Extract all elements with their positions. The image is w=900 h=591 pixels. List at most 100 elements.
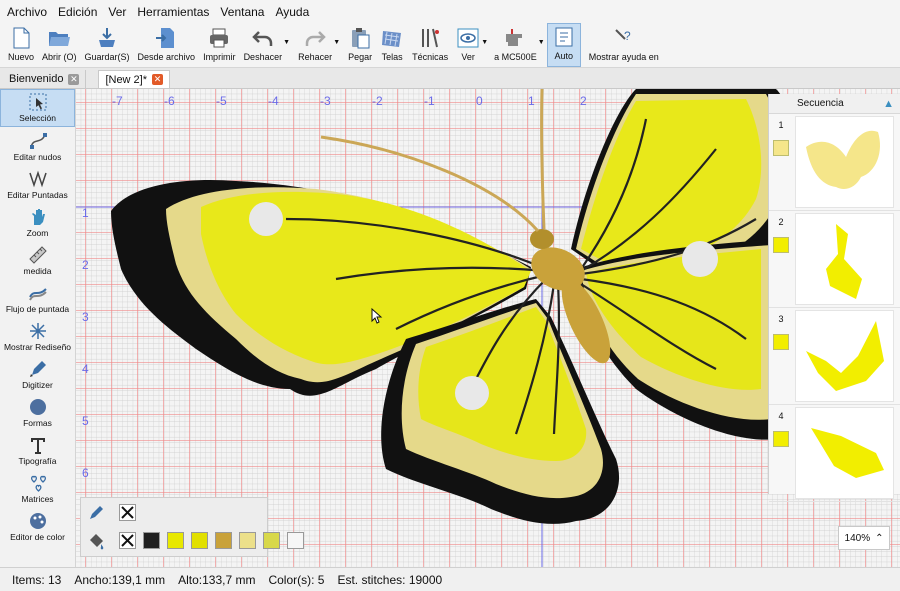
techniques-icon bbox=[422, 28, 440, 48]
color-swatch[interactable] bbox=[167, 532, 184, 549]
menu-ayuda[interactable]: Ayuda bbox=[272, 5, 317, 19]
print-button-label: Imprimir bbox=[203, 52, 236, 62]
no-outline-swatch[interactable] bbox=[119, 504, 136, 521]
collapse-triangle-icon[interactable]: ▲ bbox=[883, 98, 894, 110]
tool-shapes[interactable]: Formas bbox=[0, 393, 75, 431]
sequence-number: 4 bbox=[778, 411, 784, 421]
fabrics-button[interactable]: Telas bbox=[376, 23, 408, 67]
new-file-icon bbox=[13, 27, 30, 49]
sequence-thumbnail bbox=[795, 310, 894, 402]
tool-selection[interactable]: Selección bbox=[0, 89, 75, 127]
text-t-icon bbox=[30, 438, 45, 454]
close-icon[interactable]: ✕ bbox=[68, 73, 80, 85]
color-swatch[interactable] bbox=[143, 532, 160, 549]
tool-matrices[interactable]: Matrices bbox=[0, 469, 75, 507]
machine-dropdown-icon[interactable]: ▼ bbox=[538, 39, 545, 46]
undo-dropdown-icon[interactable]: ▼ bbox=[283, 39, 290, 46]
sequence-item[interactable]: 4 bbox=[769, 405, 900, 502]
ruler-tick-label: -4 bbox=[268, 94, 279, 108]
zoom-control[interactable]: 140% ⌃ bbox=[838, 526, 890, 550]
redo-dropdown-icon[interactable]: ▼ bbox=[333, 39, 340, 46]
techniques-button-label: Técnicas bbox=[412, 52, 449, 62]
sequence-header[interactable]: Secuencia ▲ bbox=[769, 94, 900, 114]
techniques-button[interactable]: Técnicas bbox=[408, 23, 452, 67]
sequence-item[interactable]: 2 bbox=[769, 211, 900, 308]
status-stitches: Est. stitches: 19000 bbox=[337, 572, 443, 587]
view-button[interactable]: Ver ▼ bbox=[452, 23, 488, 67]
status-width: Ancho:139,1 mm bbox=[74, 572, 166, 587]
tool-digitizer[interactable]: Digitizer bbox=[0, 355, 75, 393]
tool-typography[interactable]: Tipografía bbox=[0, 431, 75, 469]
ruler-tick-label: 5 bbox=[82, 414, 89, 428]
open-button[interactable]: Abrir (O) bbox=[38, 23, 81, 67]
tool-measure[interactable]: medida bbox=[0, 241, 75, 279]
view-button-label: Ver bbox=[461, 52, 475, 62]
menu-ventana[interactable]: Ventana bbox=[217, 5, 272, 19]
save-button[interactable]: Guardar(S) bbox=[81, 23, 134, 67]
color-swatch[interactable] bbox=[263, 532, 280, 549]
undo-button-label: Deshacer bbox=[243, 52, 283, 62]
ruler-tick-label: 1 bbox=[528, 94, 535, 108]
ruler-tick-label: -1 bbox=[424, 94, 435, 108]
sequence-title: Secuencia bbox=[797, 98, 844, 109]
chevron-up-icon[interactable]: ⌃ bbox=[875, 533, 883, 544]
printer-icon bbox=[210, 28, 229, 48]
status-items: Items: 13 bbox=[12, 572, 62, 587]
tab-welcome-label: Bienvenido bbox=[9, 73, 64, 85]
stitch-flow-icon bbox=[28, 288, 47, 301]
send-to-machine-button[interactable]: a MC500E ▼ bbox=[490, 23, 545, 67]
sequence-color-swatch bbox=[773, 334, 789, 350]
tool-color-editor[interactable]: Editor de color bbox=[0, 507, 75, 545]
tab-new-2[interactable]: [New 2]* ✕ bbox=[98, 70, 171, 88]
butterfly-head bbox=[530, 229, 554, 249]
ruler-icon bbox=[28, 246, 47, 264]
tool-zoom[interactable]: Zoom bbox=[0, 203, 75, 241]
no-fill-swatch[interactable] bbox=[119, 532, 136, 549]
auto-button-label: Auto bbox=[554, 51, 573, 61]
svg-text:?: ? bbox=[624, 29, 631, 43]
line-pen-icon[interactable] bbox=[87, 504, 105, 522]
redo-button[interactable]: Rehacer ▼ bbox=[294, 23, 340, 67]
color-swatch[interactable] bbox=[215, 532, 232, 549]
color-swatch[interactable] bbox=[239, 532, 256, 549]
show-help-label: Mostrar ayuda en bbox=[588, 52, 659, 62]
toolbar: Nuevo Abrir (O) Guardar(S) Desde archivo… bbox=[0, 23, 900, 68]
view-dropdown-icon[interactable]: ▼ bbox=[481, 39, 488, 46]
show-help-button[interactable]: ? Mostrar ayuda en bbox=[585, 23, 663, 67]
import-from-file-button[interactable]: Desde archivo bbox=[134, 23, 200, 67]
edit-nodes-icon bbox=[29, 133, 47, 149]
tool-edit-nodes[interactable]: Editar nudos bbox=[0, 127, 75, 165]
sequence-panel: Secuencia ▲ 1 2 3 4 bbox=[768, 94, 900, 502]
tool-shapes-label: Formas bbox=[23, 418, 52, 428]
undo-icon bbox=[252, 31, 273, 46]
new-button[interactable]: Nuevo bbox=[4, 23, 38, 67]
import-file-icon bbox=[156, 28, 175, 48]
close-icon[interactable]: ✕ bbox=[152, 74, 164, 85]
menu-edicion[interactable]: Edición bbox=[55, 5, 105, 19]
tool-stitch-flow[interactable]: Flujo de puntada bbox=[0, 279, 75, 317]
redo-icon bbox=[305, 31, 326, 46]
menu-archivo[interactable]: Archivo bbox=[4, 5, 55, 19]
color-swatch[interactable] bbox=[191, 532, 208, 549]
tab-welcome[interactable]: Bienvenido ✕ bbox=[3, 70, 87, 88]
new-button-label: Nuevo bbox=[8, 52, 35, 62]
menu-ver[interactable]: Ver bbox=[105, 5, 134, 19]
ruler-tick-label: -3 bbox=[320, 94, 331, 108]
menu-herramientas[interactable]: Herramientas bbox=[134, 5, 217, 19]
color-swatch[interactable] bbox=[287, 532, 304, 549]
tool-show-redesign[interactable]: Mostrar Rediseño bbox=[0, 317, 75, 355]
sequence-item[interactable]: 1 bbox=[769, 114, 900, 211]
print-button[interactable]: Imprimir bbox=[199, 23, 240, 67]
document-tabs: Bienvenido ✕ [New 2]* ✕ bbox=[0, 68, 900, 89]
paste-button[interactable]: Pegar bbox=[344, 23, 376, 67]
fill-bucket-icon[interactable] bbox=[87, 532, 105, 550]
sequence-color-swatch bbox=[773, 431, 789, 447]
auto-button[interactable]: Auto bbox=[546, 23, 581, 67]
undo-button[interactable]: Deshacer ▼ bbox=[240, 23, 290, 67]
paste-button-label: Pegar bbox=[348, 52, 373, 62]
tool-edit-stitches[interactable]: Editar Puntadas bbox=[0, 165, 75, 203]
tool-stitch-flow-label: Flujo de puntada bbox=[5, 304, 70, 314]
ruler-tick-label: 2 bbox=[82, 258, 89, 272]
tool-color-editor-label: Editor de color bbox=[10, 532, 65, 542]
sequence-item[interactable]: 3 bbox=[769, 308, 900, 405]
